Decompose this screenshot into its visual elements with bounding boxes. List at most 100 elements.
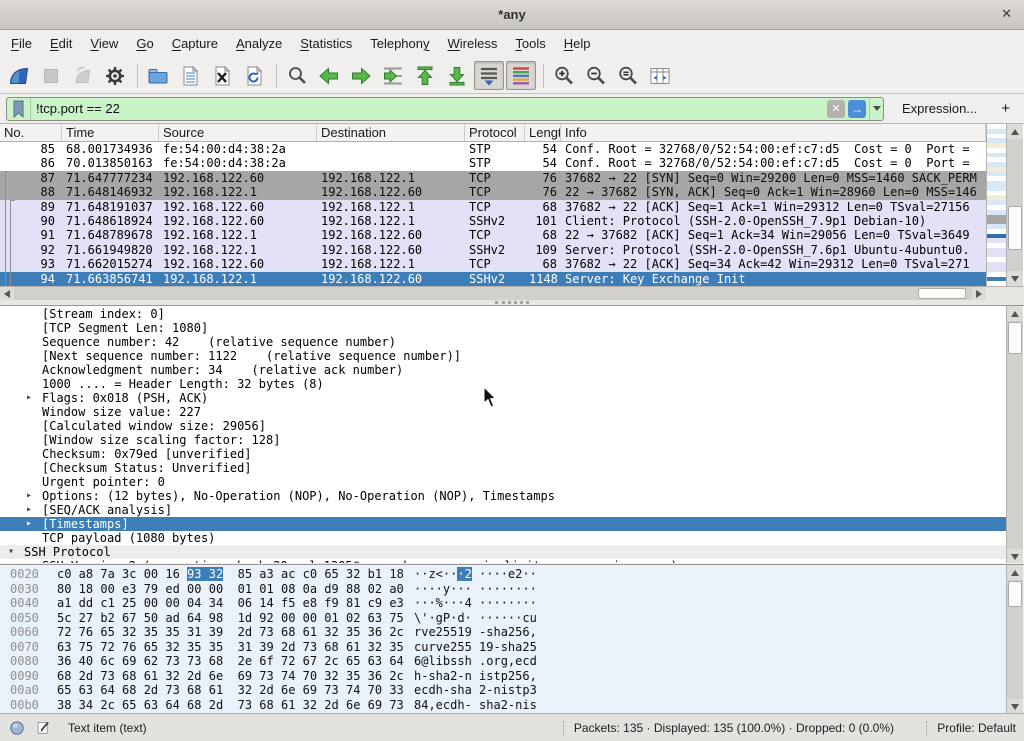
- packet-list-hscrollbar[interactable]: [0, 286, 986, 300]
- detail-line[interactable]: Window size value: 227: [0, 405, 1006, 419]
- column-header-protocol[interactable]: Protocol: [465, 124, 525, 141]
- filter-text[interactable]: !tcp.port == 22: [31, 101, 827, 116]
- column-header-time[interactable]: Time: [62, 124, 159, 141]
- column-header-info[interactable]: Info: [561, 124, 986, 141]
- collapse-arrow-icon[interactable]: ▾: [8, 545, 14, 559]
- hex-row-0070[interactable]: 007063 75 72 76 65 32 35 35 31 39 2d 73 …: [0, 640, 1006, 655]
- scroll-up-icon[interactable]: [1007, 306, 1023, 321]
- colorize-packets-button[interactable]: [506, 61, 536, 90]
- go-previous-packet-button[interactable]: [314, 61, 344, 90]
- expand-arrow-icon[interactable]: ▸: [26, 559, 32, 563]
- hex-bytes[interactable]: 68 2d 73 68 61 32 2d 6e 69 73 74 70 32 3…: [57, 669, 404, 684]
- close-window-button[interactable]: ✕: [1001, 6, 1012, 22]
- detail-line[interactable]: [TCP Segment Len: 1080]: [0, 321, 1006, 335]
- scroll-down-icon[interactable]: [1007, 549, 1023, 563]
- scroll-down-icon[interactable]: [1007, 271, 1023, 286]
- detail-line[interactable]: ▸[SEQ/ACK analysis]: [0, 503, 1006, 517]
- apply-filter-button[interactable]: →: [848, 100, 866, 118]
- menu-capture[interactable]: Capture: [163, 30, 227, 58]
- hex-bytes[interactable]: 5c 27 b2 67 50 ad 64 98 1d 92 00 00 01 0…: [57, 611, 404, 626]
- hex-bytes[interactable]: 38 34 2c 65 63 64 68 2d 73 68 61 32 2d 6…: [57, 698, 404, 713]
- auto-scroll-button[interactable]: [474, 61, 504, 90]
- hex-bytes[interactable]: 63 75 72 76 65 32 35 35 31 39 2d 73 68 6…: [57, 640, 404, 655]
- packet-row-90[interactable]: 9071.648618924192.168.122.60192.168.122.…: [0, 214, 986, 228]
- scrollbar-thumb[interactable]: [1008, 581, 1022, 607]
- detail-vscrollbar[interactable]: [1006, 306, 1023, 563]
- find-packet-button[interactable]: [282, 61, 312, 90]
- expression-button[interactable]: Expression...: [902, 101, 977, 116]
- ascii-bytes[interactable]: \'·gP·d· ······cu: [414, 611, 537, 626]
- detail-line[interactable]: ▸[Timestamps]: [0, 517, 1006, 531]
- zoom-out-button[interactable]: [581, 61, 611, 90]
- hex-row-0030[interactable]: 003080 18 00 e3 79 ed 00 00 01 01 08 0a …: [0, 582, 1006, 597]
- go-to-packet-button[interactable]: [378, 61, 408, 90]
- scrollbar-thumb[interactable]: [1008, 206, 1022, 250]
- profile-button[interactable]: Profile: Default: [926, 721, 1016, 735]
- detail-line[interactable]: [Checksum Status: Unverified]: [0, 461, 1006, 475]
- titlebar[interactable]: *any ✕: [0, 0, 1024, 30]
- packet-row-89[interactable]: 8971.648191037192.168.122.60192.168.122.…: [0, 200, 986, 214]
- packet-row-85[interactable]: 8568.001734936fe:54:00:d4:38:2aSTP54Conf…: [0, 142, 986, 156]
- column-header-no[interactable]: No.: [0, 124, 62, 141]
- menu-view[interactable]: View: [81, 30, 127, 58]
- ascii-bytes[interactable]: ··z<···2 ····e2··: [414, 567, 537, 582]
- go-first-packet-button[interactable]: [410, 61, 440, 90]
- ascii-bytes[interactable]: 84,ecdh- sha2-nis: [414, 698, 537, 713]
- ascii-bytes[interactable]: rve25519 -sha256,: [414, 625, 537, 640]
- menu-analyze[interactable]: Analyze: [227, 30, 291, 58]
- go-last-packet-button[interactable]: [442, 61, 472, 90]
- column-header-destination[interactable]: Destination: [317, 124, 465, 141]
- packet-row-88[interactable]: 8871.648146932192.168.122.1192.168.122.6…: [0, 185, 986, 199]
- expand-arrow-icon[interactable]: ▸: [26, 517, 32, 531]
- expand-arrow-icon[interactable]: ▸: [26, 503, 32, 517]
- column-header-length[interactable]: Length: [525, 124, 561, 141]
- scroll-left-icon[interactable]: [0, 287, 14, 300]
- zoom-original-size-button[interactable]: [613, 61, 643, 90]
- detail-line[interactable]: Urgent pointer: 0: [0, 475, 1006, 489]
- hex-row-00a0[interactable]: 00a065 63 64 68 2d 73 68 61 32 2d 6e 69 …: [0, 683, 1006, 698]
- hex-row-0060[interactable]: 006072 76 65 32 35 35 31 39 2d 73 68 61 …: [0, 625, 1006, 640]
- scroll-up-icon[interactable]: [1007, 565, 1023, 580]
- scroll-up-icon[interactable]: [1007, 124, 1023, 139]
- scrollbar-thumb[interactable]: [1008, 322, 1022, 354]
- column-header-source[interactable]: Source: [159, 124, 317, 141]
- hex-bytes[interactable]: 36 40 6c 69 62 73 73 68 2e 6f 72 67 2c 6…: [57, 654, 404, 669]
- packet-row-87[interactable]: 8771.647777234192.168.122.60192.168.122.…: [0, 171, 986, 185]
- packet-row-91[interactable]: 9171.648789678192.168.122.1192.168.122.6…: [0, 228, 986, 242]
- hex-bytes[interactable]: c0 a8 7a 3c 00 16 93 32 85 a3 ac c0 65 3…: [57, 567, 404, 582]
- hex-row-0080[interactable]: 008036 40 6c 69 62 73 73 68 2e 6f 72 67 …: [0, 654, 1006, 669]
- display-filter-input[interactable]: !tcp.port == 22 ✕ →: [6, 97, 884, 121]
- hex-bytes[interactable]: 65 63 64 68 2d 73 68 61 32 2d 6e 69 73 7…: [57, 683, 404, 698]
- detail-line[interactable]: Checksum: 0x79ed [unverified]: [0, 447, 1006, 461]
- ascii-bytes[interactable]: curve255 19-sha25: [414, 640, 537, 655]
- detail-line[interactable]: TCP payload (1080 bytes): [0, 531, 1006, 545]
- menu-wireless[interactable]: Wireless: [439, 30, 507, 58]
- detail-line[interactable]: [Calculated window size: 29056]: [0, 419, 1006, 433]
- close-capture-file-button[interactable]: [207, 61, 237, 90]
- scroll-down-icon[interactable]: [1007, 699, 1023, 713]
- hex-row-0020[interactable]: 0020c0 a8 7a 3c 00 16 93 32 85 a3 ac c0 …: [0, 567, 1006, 582]
- detail-line[interactable]: ▸Options: (12 bytes), No-Operation (NOP)…: [0, 489, 1006, 503]
- expert-info-icon[interactable]: [8, 719, 26, 737]
- menu-help[interactable]: Help: [555, 30, 600, 58]
- packet-list-vscrollbar[interactable]: [1006, 124, 1023, 286]
- resize-columns-button[interactable]: [645, 61, 675, 90]
- menu-edit[interactable]: Edit: [41, 30, 81, 58]
- expand-arrow-icon[interactable]: ▸: [26, 489, 32, 503]
- save-capture-file-button[interactable]: [175, 61, 205, 90]
- detail-line[interactable]: [Stream index: 0]: [0, 307, 1006, 321]
- open-capture-file-button[interactable]: [143, 61, 173, 90]
- menu-tools[interactable]: Tools: [506, 30, 554, 58]
- detail-line[interactable]: Acknowledgment number: 34 (relative ack …: [0, 363, 1006, 377]
- capture-options-button[interactable]: [100, 61, 130, 90]
- hex-bytes[interactable]: 72 76 65 32 35 35 31 39 2d 73 68 61 32 3…: [57, 625, 404, 640]
- hex-row-0090[interactable]: 009068 2d 73 68 61 32 2d 6e 69 73 74 70 …: [0, 669, 1006, 684]
- hex-row-0050[interactable]: 00505c 27 b2 67 50 ad 64 98 1d 92 00 00 …: [0, 611, 1006, 626]
- packet-row-86[interactable]: 8670.013850163fe:54:00:d4:38:2aSTP54Conf…: [0, 156, 986, 170]
- menu-go[interactable]: Go: [127, 30, 162, 58]
- hex-row-00b0[interactable]: 00b038 34 2c 65 63 64 68 2d 73 68 61 32 …: [0, 698, 1006, 713]
- detail-line[interactable]: ▸Flags: 0x018 (PSH, ACK): [0, 391, 1006, 405]
- go-next-packet-button[interactable]: [346, 61, 376, 90]
- detail-line[interactable]: [Window size scaling factor: 128]: [0, 433, 1006, 447]
- menu-telephony[interactable]: Telephony: [361, 30, 438, 58]
